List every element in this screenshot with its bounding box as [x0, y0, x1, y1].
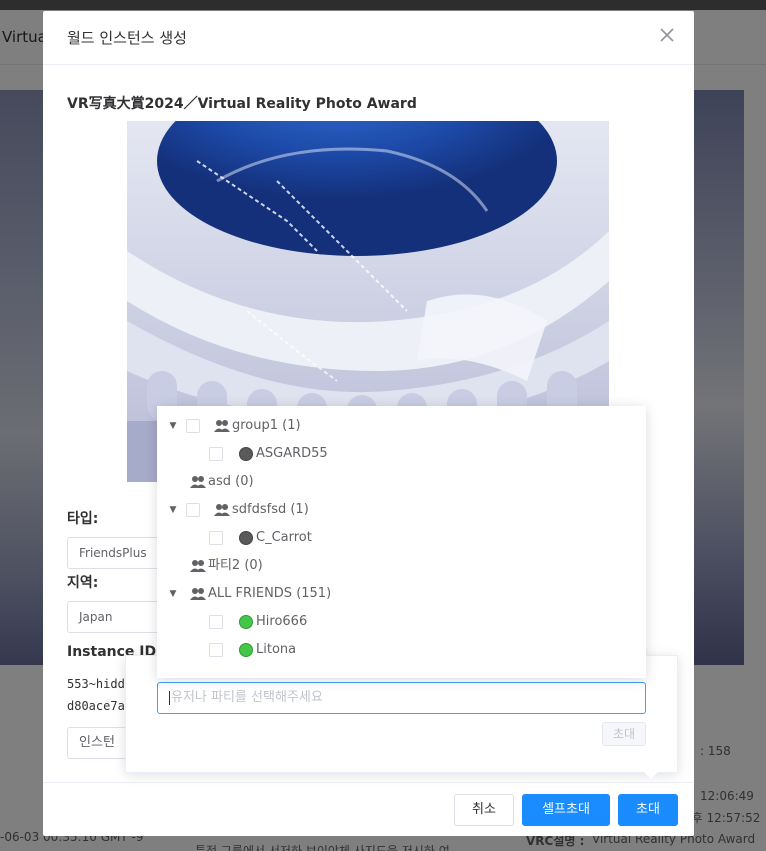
cancel-button[interactable]: 취소	[454, 794, 514, 826]
dialog-title: 월드 인스턴스 생성	[67, 29, 187, 47]
users-icon	[190, 559, 206, 573]
tree-node-group1[interactable]: ▼ group1 (1)	[157, 412, 646, 440]
invite-button[interactable]: 초대	[618, 794, 678, 826]
world-name: VR写真大賞2024／Virtual Reality Photo Award	[67, 96, 417, 112]
users-icon	[190, 587, 206, 601]
online-status-icon	[239, 615, 253, 629]
close-button[interactable]	[657, 25, 677, 45]
instance-action-button[interactable]: 인스턴	[67, 727, 127, 759]
instance-id-line-1: 553~hidd	[67, 677, 125, 691]
tree-checkbox[interactable]	[186, 419, 200, 433]
tree-node-label: C_Carrot	[256, 530, 312, 545]
region-select[interactable]: Japan	[67, 601, 167, 633]
tree-node-group[interactable]: asd (0)	[157, 468, 646, 496]
tree-node-group[interactable]: 파티2 (0)	[157, 552, 646, 580]
dialog-header: 월드 인스턴스 생성	[43, 11, 694, 65]
tree-node-label: sdfdsfsd (1)	[232, 502, 309, 517]
tree-node-label: asd (0)	[208, 474, 254, 489]
tree-node-label: Hiro666	[256, 614, 308, 629]
tree-node-label: ALL FRIENDS (151)	[208, 586, 332, 601]
online-status-icon	[239, 643, 253, 657]
self-invite-button[interactable]: 셀프초대	[522, 794, 610, 826]
tree-checkbox[interactable]	[209, 643, 223, 657]
tree-checkbox[interactable]	[209, 447, 223, 461]
popover-invite-button[interactable]: 초대	[602, 722, 646, 746]
close-icon	[660, 28, 674, 42]
tree-checkbox[interactable]	[186, 503, 200, 517]
offline-status-icon	[239, 447, 253, 461]
region-label: 지역:	[67, 575, 99, 591]
tree-node-user[interactable]: Litona	[157, 636, 646, 664]
tree-node-user[interactable]: C_Carrot	[157, 524, 646, 552]
text-caret	[169, 690, 170, 705]
tree-node-label: Litona	[256, 642, 297, 657]
tree-node-user[interactable]: Hiro666	[157, 608, 646, 636]
users-icon	[190, 475, 206, 489]
popover-arrow	[644, 772, 658, 779]
tree-node-user[interactable]: ASGARD55	[157, 440, 646, 468]
tree-node-all-friends[interactable]: ▼ ALL FRIENDS (151)	[157, 580, 646, 608]
tree-node-label: group1 (1)	[232, 418, 301, 433]
invite-user-input[interactable]: 유저나 파티를 선택해주세요	[157, 682, 646, 714]
offline-status-icon	[239, 531, 253, 545]
users-icon	[214, 419, 230, 433]
users-icon	[214, 503, 230, 517]
invite-input-placeholder: 유저나 파티를 선택해주세요	[171, 690, 323, 705]
instance-id-line-2: d80ace7a	[67, 699, 125, 713]
type-label: 타입:	[67, 511, 99, 527]
user-party-tree: ▼ group1 (1) ASGARD55 asd (0) ▼ sdfdsfsd…	[157, 406, 646, 678]
caret-down-icon[interactable]: ▼	[168, 412, 178, 440]
caret-down-icon[interactable]: ▼	[168, 580, 178, 608]
dialog-footer-divider	[43, 782, 694, 783]
type-select[interactable]: FriendsPlus	[67, 537, 167, 569]
tree-node-label: ASGARD55	[256, 446, 328, 461]
tree-node-label: 파티2 (0)	[208, 558, 263, 573]
tree-checkbox[interactable]	[209, 531, 223, 545]
caret-down-icon[interactable]: ▼	[168, 496, 178, 524]
tree-node-group[interactable]: ▼ sdfdsfsd (1)	[157, 496, 646, 524]
tree-checkbox[interactable]	[209, 615, 223, 629]
